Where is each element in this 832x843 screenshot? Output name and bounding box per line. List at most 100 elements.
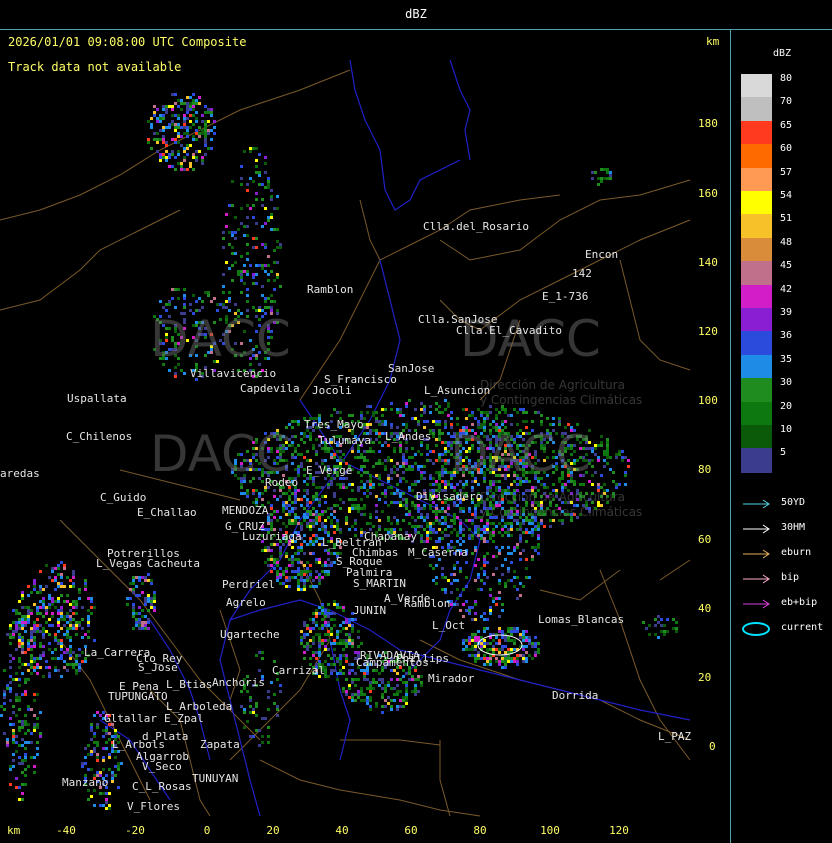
echo-pixel: [519, 633, 522, 636]
echo-pixel: [411, 489, 414, 492]
echo-pixel: [519, 558, 522, 561]
echo-pixel: [318, 633, 321, 636]
echo-pixel: [21, 762, 24, 765]
echo-pixel: [183, 303, 186, 306]
echo-pixel: [261, 492, 264, 495]
echo-pixel: [474, 657, 477, 660]
echo-pixel: [333, 639, 336, 642]
echo-pixel: [6, 684, 9, 687]
echo-pixel: [309, 519, 312, 522]
echo-pixel: [318, 543, 321, 546]
echo-pixel: [402, 465, 405, 468]
echo-pixel: [156, 108, 159, 111]
echo-pixel: [246, 225, 249, 228]
echo-pixel: [483, 663, 486, 666]
echo-pixel: [246, 492, 249, 495]
echo-pixel: [444, 486, 447, 489]
echo-pixel: [498, 651, 501, 654]
echo-pixel: [156, 141, 159, 144]
echo-pixel: [510, 627, 513, 630]
echo-pixel: [297, 465, 300, 468]
echo-pixel: [396, 483, 399, 486]
echo-pixel: [474, 645, 477, 648]
echo-pixel: [276, 576, 279, 579]
echo-pixel: [480, 528, 483, 531]
echo-pixel: [369, 483, 372, 486]
echo-pixel: [675, 621, 678, 624]
echo-pixel: [621, 450, 624, 453]
echo-pixel: [93, 750, 96, 753]
echo-pixel: [30, 708, 33, 711]
echo-pixel: [72, 585, 75, 588]
echo-pixel: [183, 288, 186, 291]
echo-pixel: [195, 102, 198, 105]
echo-pixel: [30, 666, 33, 669]
echo-pixel: [537, 528, 540, 531]
echo-pixel: [276, 273, 279, 276]
echo-pixel: [450, 417, 453, 420]
echo-pixel: [336, 528, 339, 531]
echo-pixel: [81, 636, 84, 639]
echo-pixel: [501, 603, 504, 606]
echo-pixel: [363, 693, 366, 696]
echo-pixel: [333, 669, 336, 672]
echo-pixel: [309, 435, 312, 438]
echo-pixel: [138, 618, 141, 621]
echo-pixel: [276, 246, 279, 249]
echo-pixel: [87, 636, 90, 639]
echo-pixel: [510, 552, 513, 555]
echo-pixel: [432, 429, 435, 432]
echo-pixel: [462, 639, 465, 642]
echo-pixel: [324, 660, 327, 663]
echo-pixel: [408, 399, 411, 402]
echo-pixel: [9, 723, 12, 726]
echo-pixel: [483, 411, 486, 414]
echo-pixel: [45, 609, 48, 612]
echo-pixel: [108, 792, 111, 795]
echo-pixel: [66, 648, 69, 651]
echo-pixel: [165, 105, 168, 108]
echo-pixel: [102, 792, 105, 795]
echo-pixel: [39, 591, 42, 594]
echo-pixel: [399, 411, 402, 414]
echo-pixel: [474, 507, 477, 510]
echo-pixel: [525, 639, 528, 642]
echo-pixel: [486, 576, 489, 579]
echo-pixel: [309, 432, 312, 435]
echo-pixel: [183, 114, 186, 117]
echo-pixel: [309, 459, 312, 462]
echo-pixel: [405, 513, 408, 516]
echo-pixel: [297, 489, 300, 492]
echo-pixel: [306, 477, 309, 480]
echo-pixel: [420, 474, 423, 477]
echo-pixel: [456, 516, 459, 519]
echo-pixel: [204, 144, 207, 147]
echo-pixel: [393, 669, 396, 672]
echo-pixel: [24, 774, 27, 777]
echo-pixel: [411, 468, 414, 471]
echo-pixel: [477, 534, 480, 537]
echo-pixel: [336, 522, 339, 525]
echo-pixel: [147, 597, 150, 600]
echo-pixel: [519, 594, 522, 597]
echo-pixel: [411, 516, 414, 519]
echo-pixel: [312, 651, 315, 654]
echo-pixel: [495, 408, 498, 411]
echo-pixel: [417, 516, 420, 519]
echo-pixel: [171, 120, 174, 123]
echo-pixel: [18, 612, 21, 615]
echo-pixel: [90, 597, 93, 600]
echo-pixel: [78, 591, 81, 594]
echo-pixel: [282, 573, 285, 576]
echo-pixel: [369, 477, 372, 480]
echo-pixel: [426, 540, 429, 543]
place-label: C_Guido: [100, 491, 146, 504]
place-label: L_Btias: [166, 678, 212, 691]
echo-pixel: [489, 537, 492, 540]
echo-pixel: [54, 588, 57, 591]
echo-pixel: [465, 561, 468, 564]
echo-pixel: [195, 159, 198, 162]
echo-pixel: [174, 114, 177, 117]
echo-pixel: [321, 576, 324, 579]
echo-pixel: [66, 651, 69, 654]
